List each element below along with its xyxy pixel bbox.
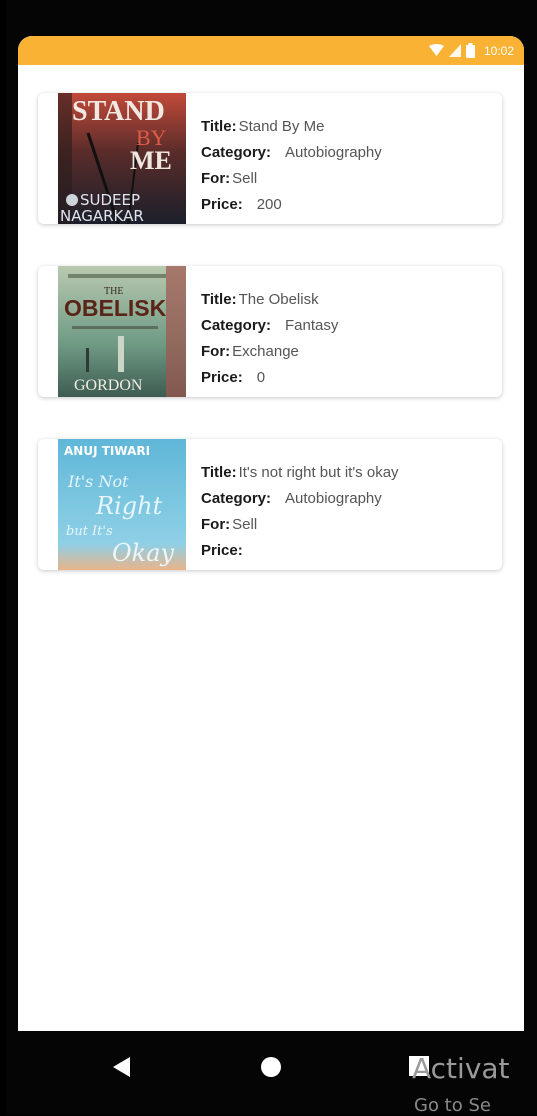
for-value: Exchange [232,343,299,360]
for-value: Sell [232,516,258,533]
category-row: Category: Autobiography [201,140,496,166]
for-label: For: [201,343,231,360]
book-info: Title: The Obelisk Category: Fantasy For: E… [201,287,496,391]
status-time: 10:02 [483,43,514,58]
book-cover-image: STAND BY ME SUDEEP NAGARKAR [58,93,186,224]
wifi-icon [428,44,444,57]
activation-watermark-subtext: Go to Se [414,1095,491,1116]
category-label: Category: [201,144,272,161]
activation-watermark: Activat [412,1052,510,1085]
cover-title-line3: but It's [66,524,113,539]
for-label: For: [201,170,231,187]
book-card[interactable]: THE OBELISK GORDON Title: The Obelisk Cat… [38,266,502,397]
battery-icon [465,43,475,58]
category-label: Category: [201,317,272,334]
price-value: 200 [256,196,282,213]
cover-author-last: NAGARKAR [60,207,144,224]
book-info: Title: It's not right but it's okay Categ… [201,460,496,564]
price-label: Price: [201,196,243,213]
title-row: Title: Stand By Me [201,114,496,140]
book-cover-image: THE OBELISK GORDON [58,266,186,397]
book-info: Title: Stand By Me Category: Autobiography… [201,114,496,218]
for-row: For: Sell [201,166,496,192]
title-value: Stand By Me [238,118,325,135]
category-value: Autobiography [285,144,382,161]
price-row: Price: [201,538,496,564]
for-row: For: Sell [201,512,496,538]
category-value: Fantasy [285,317,339,334]
title-value: It's not right but it's okay [238,464,399,481]
for-value: Sell [232,170,258,187]
book-cover-image: ANUJ TIWARI It's Not Right but It's Okay [58,439,186,570]
title-label: Title: [201,464,237,481]
cover-title-obelisk: OBELISK [64,295,167,321]
title-label: Title: [201,118,237,135]
category-row: Category: Fantasy [201,313,496,339]
category-row: Category: Autobiography [201,486,496,512]
cover-title-line4: Okay [112,539,175,567]
price-row: Price: 200 [201,192,496,218]
cover-title-me: ME [130,146,172,175]
price-label: Price: [201,542,243,559]
for-row: For: Exchange [201,339,496,365]
title-label: Title: [201,291,237,308]
book-card[interactable]: STAND BY ME SUDEEP NAGARKAR Title: Stand … [38,93,502,224]
status-bar: 10:02 [18,36,524,65]
category-value: Autobiography [285,490,382,507]
back-icon[interactable] [110,1055,132,1079]
home-icon[interactable] [259,1055,283,1079]
cover-author: ANUJ TIWARI [64,444,150,458]
cellular-icon [448,44,461,57]
title-row: Title: The Obelisk [201,287,496,313]
cover-title-line2: Right [95,492,163,520]
price-label: Price: [201,369,243,386]
cover-title-stand: STAND [72,96,165,127]
category-label: Category: [201,490,272,507]
cover-title-line1: It's Not [67,472,129,491]
device-frame: 10:02 STAND BY ME SUDEEP NAGARKAR Title:… [6,0,537,1115]
cover-author: GORDON [74,377,143,394]
book-card[interactable]: ANUJ TIWARI It's Not Right but It's Okay… [38,439,502,570]
app-screen: 10:02 STAND BY ME SUDEEP NAGARKAR Title:… [18,36,524,1031]
price-value: 0 [256,369,266,386]
price-row: Price: 0 [201,365,496,391]
title-row: Title: It's not right but it's okay [201,460,496,486]
title-value: The Obelisk [238,291,319,308]
for-label: For: [201,516,231,533]
